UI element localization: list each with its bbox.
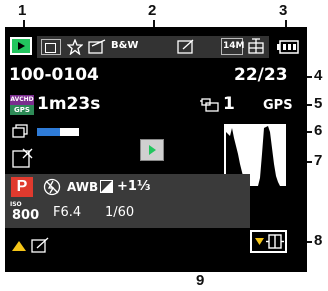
shutter-speed: 1/60 [105, 205, 135, 220]
size-label: 14M [223, 41, 245, 51]
display-info-button[interactable] [250, 230, 287, 253]
copy-count: 1 [223, 94, 235, 114]
callout-6: 6 [314, 122, 323, 139]
exposure-value: +1⅓ [117, 179, 151, 194]
gps-indicator: GPS [263, 98, 293, 113]
burst-group-icon [12, 124, 28, 138]
callout-8: 8 [314, 232, 323, 249]
folder-file-number: 100-0104 [9, 65, 99, 85]
preview-icon [41, 39, 61, 55]
14m-size-icon: 14M [221, 38, 245, 55]
play-button[interactable] [140, 139, 164, 161]
avchd-gps-badge: AVCHD GPS [10, 95, 34, 115]
aperture-value: F6.4 [53, 205, 82, 220]
callout-7: 7 [314, 152, 323, 169]
exposure-comp-icon [100, 180, 113, 193]
protect-icon [177, 39, 194, 54]
image-count: 22/23 [234, 65, 288, 85]
edit-icon[interactable] [31, 237, 49, 253]
print-set-icon [88, 39, 106, 54]
callout-9: 9 [196, 272, 205, 289]
flash-off-icon [43, 178, 61, 196]
camera-playback-screen: B&W 14M 100-0104 22/23 AVCHD GPS 1m23s 1… [5, 27, 307, 272]
iso-label: ISO [10, 201, 22, 208]
progress-fill [37, 128, 61, 136]
up-arrow-icon[interactable] [11, 240, 27, 252]
favorite-star-icon [67, 39, 83, 55]
callout-4: 4 [314, 67, 323, 84]
drive-mode-icon [248, 38, 264, 54]
avchd-badge-top: AVCHD [10, 95, 34, 105]
callout-1: 1 [18, 2, 27, 19]
callout-3: 3 [279, 2, 288, 19]
white-balance-awb: AWB [67, 180, 99, 194]
recording-mode-p: P [11, 177, 33, 197]
retouch-icon [12, 148, 33, 168]
playback-progress-bar [37, 128, 79, 136]
record-time: 1m23s [37, 94, 101, 114]
avchd-badge-bottom: GPS [10, 105, 34, 115]
iso-value: 800 [12, 208, 40, 223]
copy-print-icon [200, 98, 219, 112]
callout-5: 5 [314, 95, 323, 112]
callout-2: 2 [148, 2, 157, 19]
battery-icon [277, 40, 299, 54]
playback-mode-icon [10, 37, 32, 55]
bw-icon: B&W [111, 40, 139, 51]
